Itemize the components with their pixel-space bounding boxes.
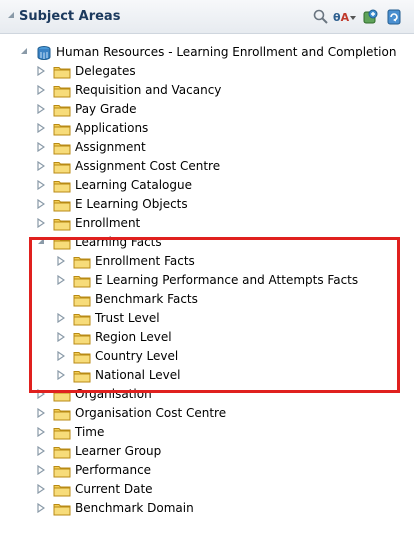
collapsed-triangle-icon[interactable] [37,195,47,214]
folder-label: Assignment [75,140,146,154]
folder-icon [53,103,71,117]
folder-icon [53,84,71,98]
folder-icon [53,141,71,155]
collapsed-triangle-icon[interactable] [37,461,47,480]
collapsed-triangle-icon[interactable] [37,442,47,461]
folder-label: Region Level [95,330,172,344]
folder-icon [73,293,91,307]
folder-label: Performance [75,463,152,477]
folder-icon [73,312,91,326]
folder-label: Enrollment Facts [95,254,195,268]
collapsed-triangle-icon[interactable] [57,328,67,347]
collapsed-triangle-icon[interactable] [37,100,47,119]
folder-label: Requisition and Vacancy [75,83,222,97]
folder-icon [53,160,71,174]
folder-label: Trust Level [95,311,160,325]
folder-icon [53,179,71,193]
folder-label: Benchmark Facts [95,292,198,306]
folder-label: Applications [75,121,149,135]
root-expanded-icon[interactable] [20,43,30,62]
folder-icon [73,350,91,364]
root-label: Human Resources - Learning Enrollment an… [56,45,397,59]
folder-label: Benchmark Domain [75,501,194,515]
refresh-icon[interactable] [385,8,403,26]
folder-icon [73,369,91,383]
folder-icon [53,65,71,79]
folder-label: Pay Grade [75,102,137,116]
folder-icon [53,122,71,136]
collapsed-triangle-icon[interactable] [37,214,47,233]
folder-icon [73,274,91,288]
collapsed-triangle-icon[interactable] [37,404,47,423]
collapsed-triangle-icon[interactable] [37,81,47,100]
folder-icon [73,255,91,269]
folder-label: Country Level [95,349,179,363]
expanded-triangle-icon[interactable] [37,233,47,252]
collapsed-triangle-icon[interactable] [37,423,47,442]
folder-icon [53,217,71,231]
folder-label: National Level [95,368,181,382]
collapsed-triangle-icon[interactable] [37,480,47,499]
svg-text:θA: θA [333,11,350,24]
add-subject-area-icon[interactable] [362,8,380,26]
folder-icon [53,502,71,516]
folder-icon [53,388,71,402]
collapsed-triangle-icon[interactable] [37,138,47,157]
subject-area-icon [36,45,54,61]
folder-label: Learner Group [75,444,162,458]
folder-label: Time [75,425,105,439]
search-icon[interactable] [312,8,330,26]
folder-icon [73,331,91,345]
collapsed-triangle-icon[interactable] [57,309,67,328]
collapsed-triangle-icon[interactable] [37,499,47,518]
folder-label: Delegates [75,64,136,78]
folder-label: Organisation Cost Centre [75,406,227,420]
folder-icon [53,407,71,421]
collapsed-triangle-icon[interactable] [37,62,47,81]
folder-label: Learning Facts [75,235,162,249]
collapsed-triangle-icon[interactable] [37,176,47,195]
folder-label: Assignment Cost Centre [75,159,221,173]
folder-label: Learning Catalogue [75,178,192,192]
collapsed-triangle-icon[interactable] [57,347,67,366]
collapsed-triangle-icon[interactable] [57,271,67,290]
subject-areas-header: Subject Areas θA [0,0,414,34]
folder-icon [53,464,71,478]
filter-icon[interactable]: θA [333,8,357,26]
panel-title: Subject Areas [19,9,121,24]
collapsed-triangle-icon[interactable] [37,119,47,138]
folder-label: E Learning Performance and Attempts Fact… [95,273,359,287]
folder-label: Organisation [75,387,152,401]
folder-label: E Learning Objects [75,197,188,211]
folder-label: Enrollment [75,216,141,230]
panel-collapse-icon[interactable] [8,12,14,18]
folder-label: Current Date [75,482,153,496]
collapsed-triangle-icon[interactable] [57,366,67,385]
folder-icon [53,483,71,497]
folder-icon [53,198,71,212]
collapsed-triangle-icon[interactable] [37,157,47,176]
collapsed-triangle-icon[interactable] [57,252,67,271]
folder-icon [53,426,71,440]
collapsed-triangle-icon[interactable] [37,385,47,404]
folder-icon [53,236,71,250]
folder-icon [53,445,71,459]
